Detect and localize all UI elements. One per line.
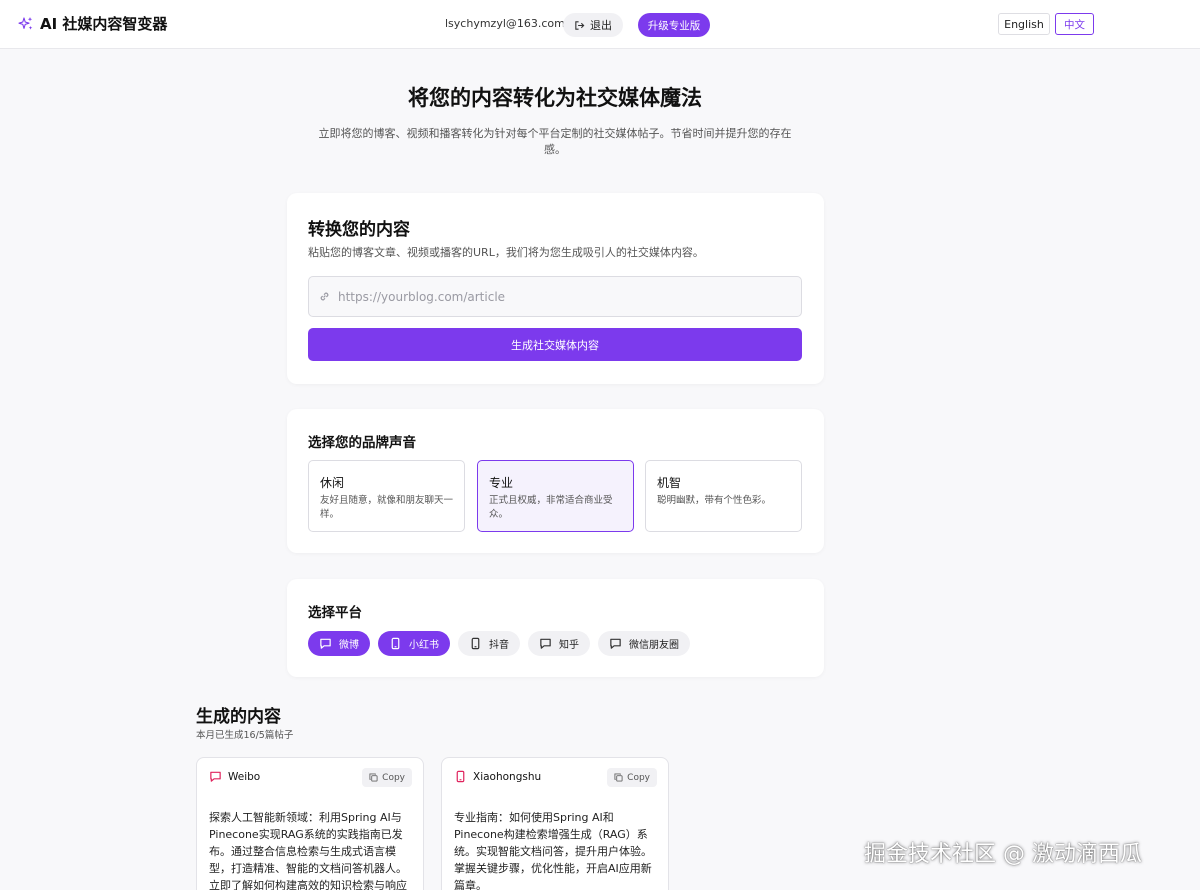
logout-button[interactable]: 退出 [563,13,623,37]
voice-description: 聪明幽默，带有个性色彩。 [657,495,772,506]
generate-content-button[interactable]: 生成社交媒体内容 [308,328,802,361]
language-chinese-button[interactable]: 中文 [1055,13,1094,35]
url-input[interactable] [338,289,778,304]
platform-xiaohongshu[interactable]: 小红书 [378,631,450,656]
upgrade-pro-button[interactable]: 升级专业版 [638,13,710,37]
platform-douyin[interactable]: 抖音 [458,631,520,656]
chat-bubble-icon [210,771,221,782]
brand-voice-card: 选择您的品牌声音 休闲 友好且随意，就像和朋友聊天一样。 专业 正式且权威，非常… [287,409,824,553]
platform-label: 抖音 [489,640,509,651]
brand[interactable]: AI 社媒内容智变器 [18,13,167,34]
post-header: Weibo [209,770,260,783]
generated-content-title: 生成的内容 [196,707,281,727]
platform-weibo[interactable]: 微博 [308,631,370,656]
voice-name: 机智 [657,476,682,490]
copy-button[interactable]: Copy [362,768,412,787]
post-header: Xiaohongshu [454,770,541,783]
convert-title: 转换您的内容 [308,220,410,240]
phone-icon [391,637,400,650]
copy-label: Copy [627,772,650,783]
logout-label: 退出 [590,19,612,32]
voice-option-professional[interactable]: 专业 正式且权威，非常适合商业受众。 [477,460,634,532]
platform-zhihu[interactable]: 知乎 [528,631,590,656]
post-card-xiaohongshu: Xiaohongshu Copy 专业指南：如何使用Spring AI和Pine… [441,757,669,890]
platform-label: 微信朋友圈 [629,640,679,651]
voice-description: 友好且随意，就像和朋友聊天一样。 [320,495,454,520]
logout-icon [575,20,585,30]
post-text: 探索人工智能新领域：利用Spring AI与Pinecone实现RAG系统的实践… [209,811,407,890]
voice-option-witty[interactable]: 机智 聪明幽默，带有个性色彩。 [645,460,802,532]
convert-content-card: 转换您的内容 粘贴您的博客文章、视频或播客的URL，我们将为您生成吸引人的社交媒… [287,193,824,384]
phone-icon [456,770,465,783]
platform-title: 选择平台 [308,605,362,621]
chat-bubble-icon [320,638,331,649]
hero-subtitle: 立即将您的博客、视频和播客转化为针对每个平台定制的社交媒体帖子。节省时间并提升您… [318,127,792,156]
copy-label: Copy [382,772,405,783]
user-email: lsychymzyl@163.com [445,17,565,30]
platform-wechat-moments[interactable]: 微信朋友圈 [598,631,690,656]
brand-title: AI 社媒内容智变器 [40,15,168,33]
generated-count: 本月已生成16/5篇帖子 [196,730,294,741]
language-english-button[interactable]: English [998,13,1050,35]
copy-button[interactable]: Copy [607,768,657,787]
platform-list: 微博 小红书 抖音 知乎 微信朋友圈 [308,631,690,656]
platform-label: 微博 [339,640,359,651]
link-icon [320,292,329,301]
convert-description: 粘贴您的博客文章、视频或播客的URL，我们将为您生成吸引人的社交媒体内容。 [308,246,704,259]
voice-description: 正式且权威，非常适合商业受众。 [489,495,613,520]
sparkles-icon [18,16,33,30]
voice-name: 专业 [489,476,514,490]
copy-icon [369,773,378,782]
post-text: 专业指南：如何使用Spring AI和Pinecone构建检索增强生成（RAG）… [454,811,652,890]
chat-bubble-icon [610,638,621,649]
post-platform-name: Weibo [228,770,261,783]
brand-voice-title: 选择您的品牌声音 [308,435,416,451]
url-input-wrapper[interactable] [308,276,802,317]
platform-label: 知乎 [559,640,579,651]
post-card-weibo: Weibo Copy 探索人工智能新领域：利用Spring AI与Pinecon… [196,757,424,890]
platform-label: 小红书 [409,640,439,651]
watermark: 掘金技术社区 @ 激动滴西瓜 [864,842,1142,867]
voice-name: 休闲 [320,476,345,490]
top-navbar: AI 社媒内容智变器 lsychymzyl@163.com 退出 升级专业版 E… [0,0,1200,49]
hero-title: 将您的内容转化为社交媒体魔法 [408,86,702,110]
copy-icon [614,773,623,782]
chat-bubble-icon [540,638,551,649]
voice-option-casual[interactable]: 休闲 友好且随意，就像和朋友聊天一样。 [308,460,465,532]
phone-icon [471,637,480,650]
platform-select-card: 选择平台 微博 小红书 抖音 知乎 微信朋友圈 [287,579,824,677]
post-platform-name: Xiaohongshu [473,770,542,783]
